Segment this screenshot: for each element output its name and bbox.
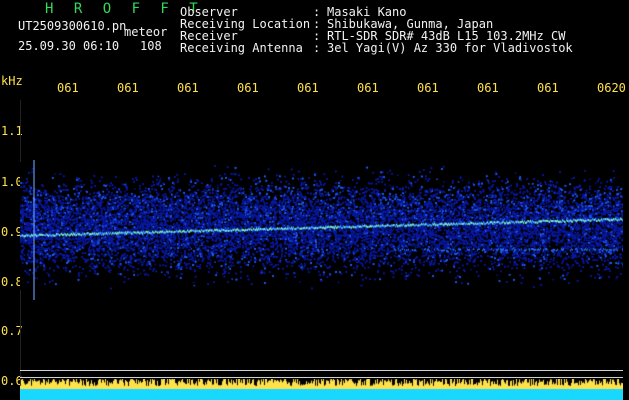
signal-power-strip [20,379,623,400]
detection-count: 108 [140,39,162,53]
baseline-line [20,370,623,371]
spectrogram-noise-band [20,162,623,290]
capture-datetime: 25.09.30 06:10 [18,39,120,53]
time-tick-label: 061 [477,81,499,95]
hrofft-screen: H R O F F T UT2509300610.pn meteor 25.09… [0,0,629,400]
time-tick-label: 0620 [597,81,626,95]
mode-label: meteor [124,25,168,39]
time-tick-label: 061 [297,81,319,95]
meteor-streak [33,160,35,300]
info-separator: : [313,41,321,55]
time-tick-label: 061 [177,81,199,95]
info-key-antenna: Receiving Antenna [180,41,303,55]
time-tick-label: 061 [537,81,559,95]
baseline-line [20,377,623,378]
image-filename: UT2509300610.pn [18,19,127,33]
time-tick-label: 061 [357,81,379,95]
time-tick-label: 061 [117,81,139,95]
info-value-antenna: 3el Yagi(V) Az 330 for Vladivostok [327,41,573,55]
time-tick-label: 061 [417,81,439,95]
frequency-unit-label: kHz [1,74,23,88]
time-tick-label: 061 [237,81,259,95]
time-tick-label: 061 [57,81,79,95]
